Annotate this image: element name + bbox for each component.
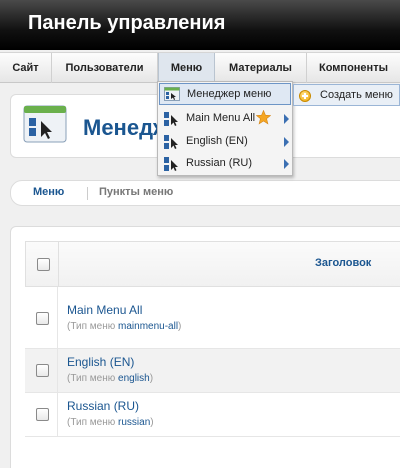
dropdown-item-label: English (EN) — [186, 135, 248, 147]
menu-manager-icon — [23, 105, 67, 143]
menu-type-prefix: (Тип меню — [67, 417, 119, 428]
row-divider — [57, 393, 58, 436]
menus-table-panel: Заголовок Main Menu All (Тип меню mainme… — [10, 226, 400, 468]
menu-icon — [164, 157, 178, 171]
dropdown-item-russian[interactable]: Russian (RU) — [159, 153, 291, 175]
row-divider — [57, 287, 58, 348]
dropdown-item-menu-manager[interactable]: Менеджер меню — [159, 83, 291, 105]
menu-icon — [164, 112, 178, 126]
menu-type-prefix: (Тип меню — [67, 321, 119, 332]
tab-menu-items[interactable]: Пункты меню — [99, 186, 173, 198]
menu-type-value: mainmenu-all — [118, 321, 179, 332]
menu-type-value: english — [118, 373, 150, 384]
tabs-bar: Меню Пункты меню — [10, 180, 400, 206]
menu-content[interactable]: Материалы — [215, 53, 307, 83]
table-header: Заголовок — [25, 241, 400, 287]
menus-dropdown: Менеджер меню Main Menu All English (EN)… — [157, 81, 293, 176]
table-row: Main Menu All (Тип меню mainmenu-all) — [25, 287, 400, 349]
row-divider — [57, 349, 58, 392]
add-icon — [299, 90, 311, 102]
menu-type-prefix: (Тип меню — [67, 373, 119, 384]
menu-title-link[interactable]: Russian (RU) — [67, 399, 139, 413]
dropdown-item-label: Менеджер меню — [187, 88, 272, 100]
dropdown-item-label: Main Menu All — [186, 112, 256, 124]
table-row: English (EN) (Тип меню english) — [25, 349, 400, 393]
menu-type-text: (Тип меню russian) — [67, 417, 154, 428]
menu-users[interactable]: Пользователи — [52, 53, 158, 83]
menu-type-text: (Тип меню english) — [67, 373, 153, 384]
menu-menus[interactable]: Меню — [158, 53, 215, 83]
row-checkbox[interactable] — [36, 312, 49, 325]
dropdown-item-label: Russian (RU) — [186, 157, 253, 169]
menu-type-suffix: ) — [150, 417, 154, 428]
dropdown-item-main-menu-all[interactable]: Main Menu All — [159, 108, 291, 130]
admin-header: Панель управления — [0, 0, 400, 50]
menu-type-value: russian — [118, 417, 151, 428]
menu-manager-icon — [164, 87, 180, 101]
menu-type-text: (Тип меню mainmenu-all) — [67, 321, 181, 332]
menu-type-suffix: ) — [178, 321, 182, 332]
star-icon — [256, 110, 271, 125]
row-checkbox[interactable] — [36, 364, 49, 377]
admin-title: Панель управления — [28, 12, 226, 34]
menu-type-suffix: ) — [149, 373, 154, 384]
chevron-right-icon — [284, 137, 289, 147]
dropdown-item-english[interactable]: English (EN) — [159, 131, 291, 153]
table-row: Russian (RU) (Тип меню russian) — [25, 393, 400, 437]
menu-components[interactable]: Компоненты — [307, 53, 400, 83]
tab-divider — [87, 187, 88, 200]
main-menubar: Сайт Пользователи Меню Материалы Компоне… — [0, 52, 400, 83]
menu-title-link[interactable]: Main Menu All — [67, 303, 142, 317]
create-menu-label: Создать меню — [320, 89, 393, 101]
menu-site[interactable]: Сайт — [0, 53, 52, 83]
menu-title-link[interactable]: English (EN) — [67, 355, 134, 369]
chevron-right-icon — [284, 159, 289, 169]
menu-icon — [164, 135, 178, 149]
chevron-right-icon — [284, 114, 289, 124]
tab-menus[interactable]: Меню — [33, 186, 64, 198]
title-column-header[interactable]: Заголовок — [315, 257, 371, 269]
row-checkbox[interactable] — [36, 408, 49, 421]
create-menu-item[interactable]: Создать меню — [293, 84, 400, 106]
select-all-checkbox[interactable] — [37, 258, 50, 271]
header-divider — [58, 242, 59, 286]
